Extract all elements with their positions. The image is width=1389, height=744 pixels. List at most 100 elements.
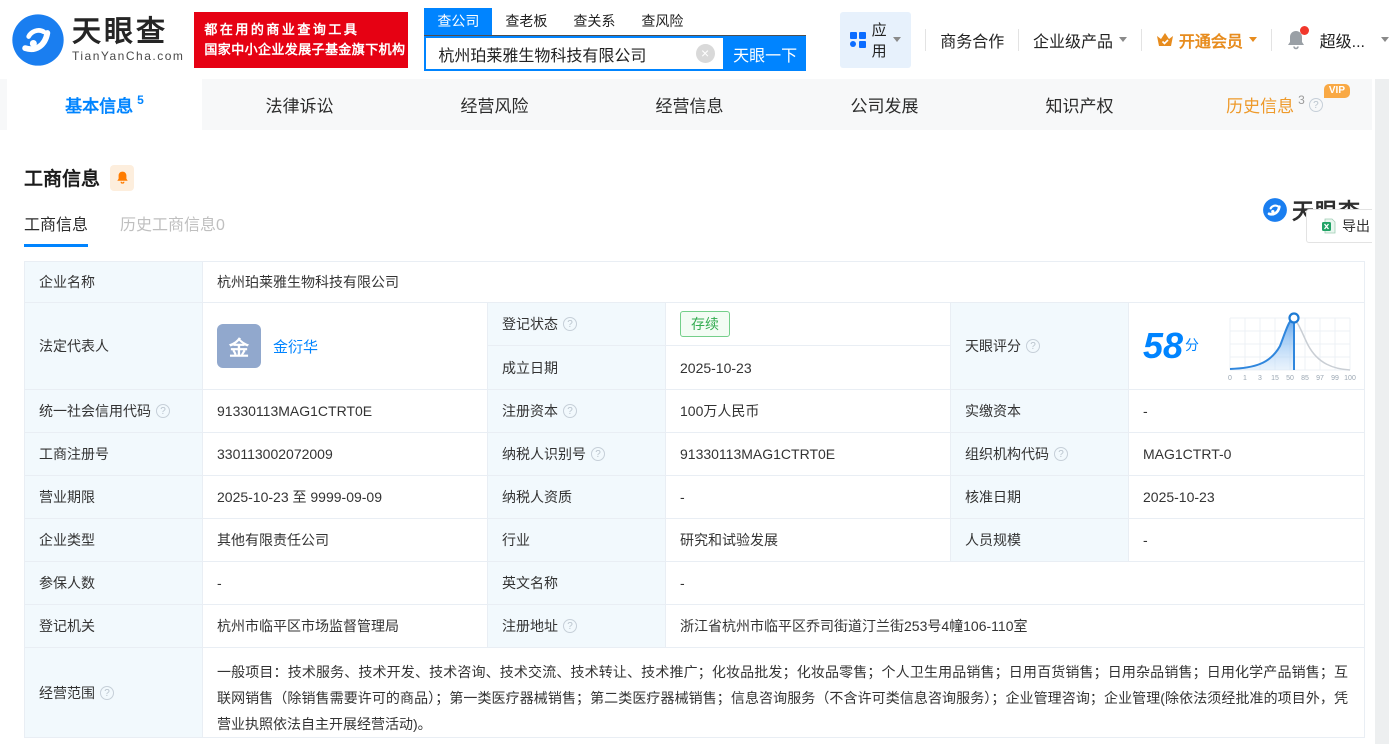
chevron-down-icon [893,37,902,46]
field-value-reg-number: 330113002072009 [203,433,488,476]
svg-text:1: 1 [1243,375,1247,382]
nav-business-cooperation[interactable]: 商务合作 [940,28,1004,52]
tab-intellectual-property[interactable]: 知识产权 [982,79,1177,130]
site-logo[interactable]: 天眼查 TianYanCha.com [10,12,184,68]
tab-label: 知识产权 [1045,97,1114,116]
promo-line2: 国家中小企业发展子基金旗下机构 [204,41,406,57]
field-label-reg-capital: 注册资本? [488,390,666,433]
brand-domain: TianYanCha.com [72,48,185,63]
help-icon[interactable]: ? [156,404,170,418]
tab-label: 公司发展 [850,97,919,116]
brand-name: 天眼查 [72,15,169,48]
help-icon[interactable]: ? [563,619,577,633]
apps-grid-icon [849,31,866,48]
tab-operation-info[interactable]: 经营信息 [592,79,787,130]
search-button[interactable]: 天眼一下 [724,36,806,71]
export-label: 导出 [1342,218,1370,234]
field-value-company-type: 其他有限责任公司 [203,519,488,562]
field-value-biz-term: 2025-10-23 至 9999-09-09 [203,476,488,519]
tab-operation-risk[interactable]: 经营风险 [397,79,592,130]
field-label-taxpayer-id: 纳税人识别号? [488,433,666,476]
clear-icon[interactable]: × [695,44,715,63]
search-tab-relation[interactable]: 查关系 [560,8,628,35]
field-label-paid-capital: 实缴资本 [951,390,1129,433]
search-tabs: 查公司 查老板 查关系 查风险 [424,8,806,36]
field-value-tianyan-score[interactable]: 58 分 0 1 3 15 50 85 97 99 100 [1129,303,1365,390]
membership-label: 开通会员 [1178,33,1243,51]
svg-text:15: 15 [1271,375,1279,382]
search-input-value: 杭州珀莱雅生物科技有限公司 [438,47,647,65]
field-value-staff-size: - [1129,519,1365,562]
chevron-down-icon [1380,37,1389,46]
tab-label: 经营风险 [460,97,529,116]
tab-label: 法律诉讼 [265,97,334,116]
tab-history-info[interactable]: 历史信息 3 ? VIP [1177,79,1372,130]
field-value-credit-code: 91330113MAG1CTRT0E [203,390,488,433]
search-tab-boss[interactable]: 查老板 [492,8,560,35]
field-label-reg-number: 工商注册号 [25,433,203,476]
score-number: 58 [1143,325,1184,366]
sub-tab-bar: 工商信息 历史工商信息0 导出 [24,209,1389,247]
nav-open-membership[interactable]: 开通会员 [1156,28,1257,52]
help-icon[interactable]: ? [1026,339,1040,353]
account-label: 超级... [1319,33,1365,51]
nav-account-more[interactable]: 超级... [1320,28,1389,52]
tab-company-development[interactable]: 公司发展 [787,79,982,130]
help-icon[interactable]: ? [1308,97,1323,112]
score-unit: 分 [1185,337,1200,353]
tab-label: 基本信息 [65,97,134,116]
search-tab-company[interactable]: 查公司 [424,8,493,35]
scrollbar-track[interactable] [1372,79,1389,744]
notification-bell-icon[interactable] [1286,25,1309,51]
tab-count: 3 [1298,93,1305,107]
svg-text:50: 50 [1286,375,1294,382]
help-icon[interactable]: ? [563,404,577,418]
search-tab-risk[interactable]: 查风险 [628,8,696,35]
field-label-org-code: 组织机构代码? [951,433,1129,476]
nav-enterprise-products[interactable]: 企业级产品 [1033,28,1128,52]
help-icon[interactable]: ? [563,317,577,331]
crown-icon [1156,32,1174,48]
legal-rep-link[interactable]: 金衍华 [273,336,318,357]
tab-basic-info[interactable]: 基本信息 5 [7,79,202,130]
field-value-insured-count: - [203,562,488,605]
apps-label: 应用 [871,21,887,60]
search-input[interactable]: 杭州珀莱雅生物科技有限公司 × [424,36,725,71]
tab-legal-proceedings[interactable]: 法律诉讼 [202,79,397,130]
chevron-down-icon [1119,37,1128,46]
field-value-reg-address: 浙江省杭州市临平区乔司街道汀兰街253号4幢106-110室 [666,605,1365,648]
field-value-company-name: 杭州珀莱雅生物科技有限公司 [203,262,1365,303]
subtab-history-business-info[interactable]: 历史工商信息0 [120,211,225,247]
svg-text:100: 100 [1344,375,1356,382]
field-label-company-name: 企业名称 [25,262,203,303]
field-value-english-name: - [666,562,1365,605]
score-distribution-chart: 0 1 3 15 50 85 97 99 100 [1228,312,1356,382]
legal-rep-avatar[interactable]: 金 [217,324,261,368]
subscribe-bell-icon[interactable] [110,164,135,191]
svg-text:0: 0 [1228,375,1232,382]
help-icon[interactable]: ? [591,447,605,461]
field-label-staff-size: 人员规模 [951,519,1129,562]
svg-text:97: 97 [1316,375,1324,382]
tianyancha-logo-icon [12,13,64,66]
header-nav: 应用 商务合作 企业级产品 开通会员 超级... [839,11,1389,68]
field-value-business-scope: 一般项目：技术服务、技术开发、技术咨询、技术交流、技术转让、技术推广；化妆品批发… [203,648,1365,738]
svg-text:85: 85 [1301,375,1309,382]
vip-badge: VIP [1323,84,1350,98]
excel-icon [1322,218,1336,234]
subtab-business-info[interactable]: 工商信息 [24,211,89,247]
tab-label: 经营信息 [655,97,724,116]
help-icon[interactable]: ? [100,685,114,700]
field-label-industry: 行业 [488,519,666,562]
tab-count: 5 [137,93,144,107]
field-label-approve-date: 核准日期 [951,476,1129,519]
field-label-company-type: 企业类型 [25,519,203,562]
divider [1018,28,1020,51]
field-value-establish-date: 2025-10-23 [666,346,951,390]
svg-text:99: 99 [1331,375,1339,382]
field-value-reg-status: 存续 [666,303,951,346]
apps-menu[interactable]: 应用 [839,11,912,68]
field-label-reg-authority: 登记机关 [25,605,203,648]
field-value-org-code: MAG1CTRT-0 [1129,433,1365,476]
help-icon[interactable]: ? [1054,447,1068,461]
